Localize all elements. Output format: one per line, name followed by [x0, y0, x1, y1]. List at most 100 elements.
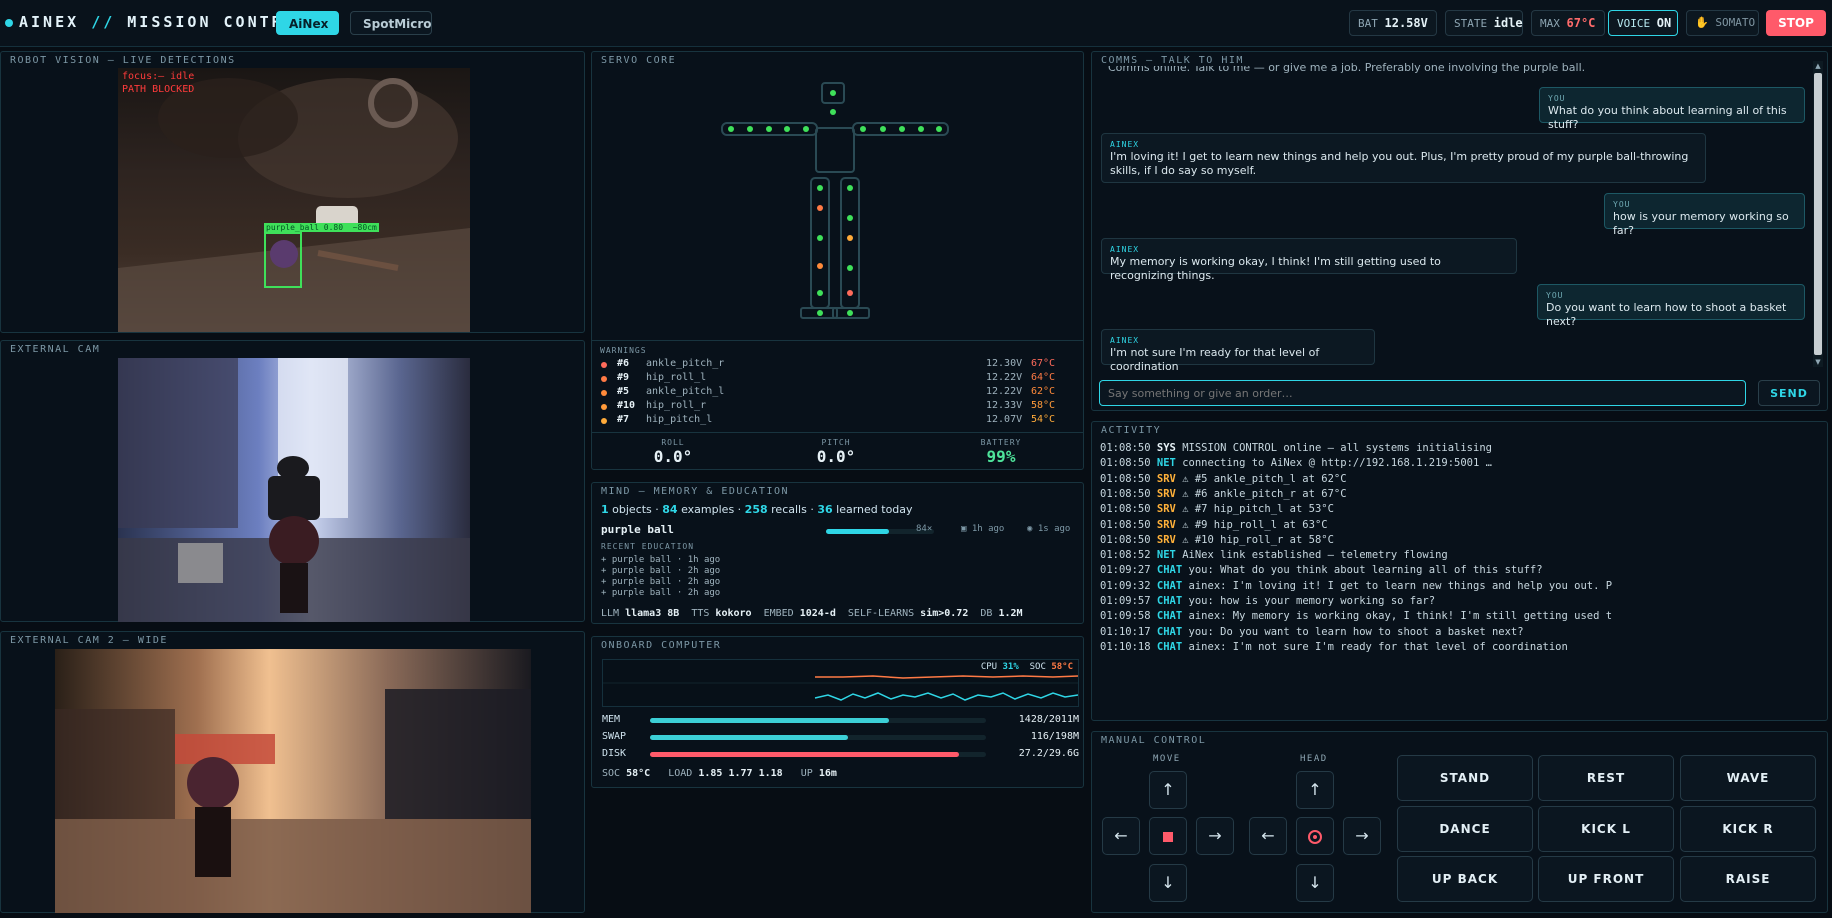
- mem-label: MEM: [602, 714, 621, 725]
- state-pill: STATE idle: [1445, 10, 1523, 36]
- log-time: 01:08:52: [1100, 549, 1151, 562]
- action-up-back-button[interactable]: UP BACK: [1397, 856, 1533, 902]
- log-time: 01:09:57: [1100, 595, 1151, 607]
- servo-voltage: 12.30V: [986, 358, 1023, 369]
- battery-value: 12.58V: [1384, 16, 1428, 30]
- recent-education-label: RECENT EDUCATION: [601, 542, 695, 551]
- action-stand-button[interactable]: STAND: [1397, 755, 1533, 801]
- warning-row: #5 ankle_pitch_l 12.22V 62°C: [601, 386, 1061, 400]
- list-item: + purple ball · 1h ago: [601, 555, 721, 565]
- log-message: you: What do you think about learning al…: [1188, 564, 1543, 577]
- message-text: I'm not sure I'm ready for that level of…: [1110, 346, 1320, 373]
- move-stop-button[interactable]: [1149, 817, 1187, 855]
- warning-row: #9 hip_roll_l 12.22V 64°C: [601, 372, 1061, 386]
- calendar-icon: ▣: [961, 524, 967, 534]
- soc-label: SOC: [1029, 662, 1046, 672]
- chat-history[interactable]: Comms online. Talk to me — or give me a …: [1092, 52, 1812, 374]
- scroll-down-icon[interactable]: ▼: [1813, 357, 1823, 367]
- action-kick-r-button[interactable]: KICK R: [1680, 806, 1816, 852]
- action-dance-button[interactable]: DANCE: [1397, 806, 1533, 852]
- sender-label: AINEX: [1110, 336, 1140, 345]
- head-up-button[interactable]: ↑: [1296, 771, 1334, 809]
- hand-icon: ✋: [1695, 16, 1709, 29]
- tab-spotmicro[interactable]: SpotMicro: [350, 11, 432, 35]
- head-center-button[interactable]: [1296, 817, 1334, 855]
- move-up-button[interactable]: ↑: [1149, 771, 1187, 809]
- log-entry: 01:10:18 CHAT ainex: I'm not sure I'm re…: [1100, 641, 1568, 656]
- somato-toggle[interactable]: ✋ SOMATO: [1686, 10, 1759, 36]
- move-right-button[interactable]: →: [1196, 817, 1234, 855]
- move-down-button[interactable]: ↓: [1149, 864, 1187, 902]
- tab-ainex[interactable]: AiNex: [276, 11, 339, 35]
- status-dot-icon: [5, 18, 13, 27]
- message-text: I'm loving it! I get to learn new things…: [1110, 150, 1689, 177]
- log-time: 01:08:50: [1100, 533, 1151, 546]
- chat-message-you: YOU how is your memory working so far?: [1604, 193, 1805, 237]
- stop-button[interactable]: STOP: [1766, 10, 1826, 36]
- panel-title: ONBOARD COMPUTER: [601, 640, 728, 651]
- purple-ball: [270, 240, 298, 268]
- head-left-button[interactable]: ←: [1249, 817, 1287, 855]
- uptime-label: UP: [800, 768, 813, 779]
- scrollbar-thumb[interactable]: [1814, 73, 1822, 355]
- external-cam2-feed: [55, 649, 531, 913]
- created-ago: 1h ago: [971, 524, 1005, 534]
- head-right-button[interactable]: →: [1343, 817, 1381, 855]
- servo-name: hip_pitch_l: [646, 414, 713, 425]
- self-learns-label: SELF-LEARNS: [847, 608, 915, 619]
- objects-count: 1: [601, 503, 609, 516]
- head-label: HEAD: [1300, 754, 1328, 764]
- log-message: ⚠ #5 ankle_pitch_l at 62°C: [1182, 472, 1347, 485]
- action-wave-button[interactable]: WAVE: [1680, 755, 1816, 801]
- eye-icon: ◉: [1027, 524, 1033, 534]
- onboard-computer-panel: ONBOARD COMPUTER CPU 31% SOC 58°C MEM 14…: [591, 636, 1084, 788]
- divider: [592, 432, 1083, 433]
- log-tag: NET: [1156, 457, 1176, 470]
- warning-dot-icon: [601, 404, 607, 410]
- log-tag: CHAT: [1156, 625, 1183, 638]
- divider: [592, 340, 1083, 341]
- memory-item-name[interactable]: purple ball: [601, 523, 674, 536]
- voice-toggle[interactable]: VOICE ON: [1608, 10, 1678, 36]
- action-raise-button[interactable]: RAISE: [1680, 856, 1816, 902]
- panel-title: ROBOT VISION — LIVE DETECTIONS: [10, 55, 242, 66]
- memory-item-seen: ◉ 1s ago: [1027, 524, 1070, 534]
- soc-value: 58°C: [1051, 662, 1073, 672]
- head-down-button[interactable]: ↓: [1296, 864, 1334, 902]
- pitch-label: PITCH: [821, 438, 851, 447]
- move-left-button[interactable]: ←: [1102, 817, 1140, 855]
- memory-strength-fill: [826, 529, 889, 534]
- chat-scrollbar[interactable]: ▲ ▼: [1813, 61, 1823, 367]
- panel-title: EXTERNAL CAM: [10, 344, 107, 355]
- action-up-front-button[interactable]: UP FRONT: [1538, 856, 1674, 902]
- log-entry: 01:08:52 NET AiNex link established — te…: [1100, 549, 1448, 564]
- uptime-value: 16m: [818, 768, 837, 779]
- chat-input[interactable]: [1099, 380, 1746, 406]
- action-rest-button[interactable]: REST: [1538, 755, 1674, 801]
- scroll-up-icon[interactable]: ▲: [1813, 61, 1823, 71]
- servo-name: ankle_pitch_l: [646, 386, 725, 397]
- detection-box: [264, 232, 302, 288]
- embed-label: EMBED: [763, 608, 794, 619]
- pitch-stat: PITCH 0.0°: [776, 438, 896, 466]
- log-entry: 01:08:50 SRV ⚠ #5 ankle_pitch_l at 62°C: [1100, 473, 1347, 488]
- log-tag: SRV: [1156, 472, 1176, 485]
- action-kick-l-button[interactable]: KICK L: [1538, 806, 1674, 852]
- log-tag: SRV: [1156, 518, 1176, 531]
- log-tag: SYS: [1156, 442, 1176, 454]
- warning-dot-icon: [601, 362, 607, 368]
- cpu-graph: CPU 31% SOC 58°C: [602, 659, 1079, 707]
- sender-label: AINEX: [1110, 245, 1140, 254]
- servo-voltage: 12.33V: [986, 400, 1023, 411]
- battery-stat: BATTERY 99%: [941, 438, 1061, 466]
- servo-voltage: 12.22V: [986, 372, 1023, 383]
- warning-row: #10 hip_roll_r 12.33V 58°C: [601, 400, 1061, 414]
- send-button[interactable]: SEND: [1758, 380, 1820, 406]
- robot-skeleton: [721, 82, 949, 319]
- sender-label: YOU: [1613, 200, 1631, 209]
- detection-label: purple_ball 0.80 ~80cm: [264, 223, 379, 232]
- log-tag: CHAT: [1156, 595, 1183, 607]
- log-entry: 01:09:27 CHAT you: What do you think abo…: [1100, 564, 1543, 579]
- servo-id: #6: [617, 358, 630, 369]
- llm-label: LLM: [601, 608, 620, 619]
